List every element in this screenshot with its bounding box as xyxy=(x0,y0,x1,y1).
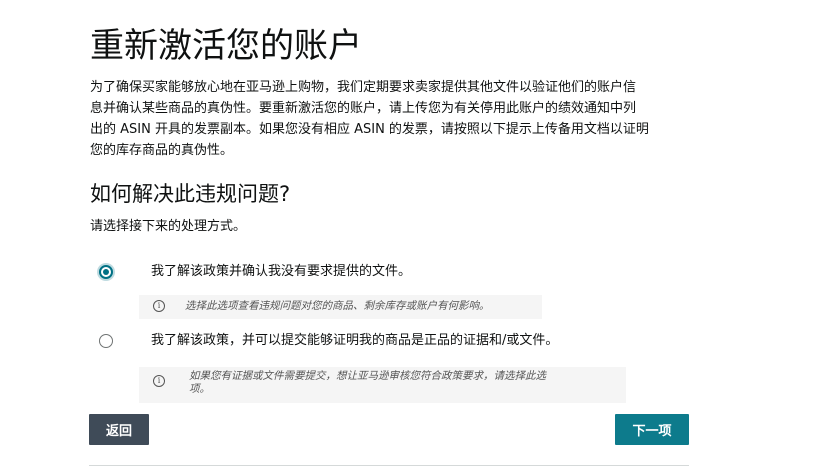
divider xyxy=(89,465,689,466)
hint-line: 项。 xyxy=(189,383,210,395)
selection-prompt: 请选择接下来的处理方式。 xyxy=(90,219,247,234)
option-no-documents[interactable]: 我了解该政策并确认我没有要求提供的文件。 xyxy=(99,264,411,279)
option-label[interactable]: 我了解该政策并确认我没有要求提供的文件。 xyxy=(151,262,411,282)
option-submit-evidence[interactable]: 我了解该政策，并可以提交能够证明我的商品是正品的证据和/或文件。 xyxy=(99,333,558,348)
option-label[interactable]: 我了解该政策，并可以提交能够证明我的商品是正品的证据和/或文件。 xyxy=(151,331,558,351)
radio-button-checked[interactable] xyxy=(99,265,113,279)
intro-text: 为了确保买家能够放心地在亚马逊上购物，我们定期要求卖家提供其他文件以验证他们的账… xyxy=(90,77,694,161)
option-hint: i 选择此选项查看违规问题对您的商品、剩余库存或账户有何影响。 xyxy=(139,295,542,319)
hint-line: 如果您有证据或文件需要提交，想让亚马逊审核您符合政策要求，请选择此选 xyxy=(189,370,546,382)
intro-line: 为了确保买家能够放心地在亚马逊上购物，我们定期要求卖家提供其他文件以验证他们的账… xyxy=(90,80,637,95)
info-icon: i xyxy=(153,300,165,312)
option-hint: i 如果您有证据或文件需要提交，想让亚马逊审核您符合政策要求，请选择此选 项。 xyxy=(139,367,626,403)
hint-text: 选择此选项查看违规问题对您的商品、剩余库存或账户有何影响。 xyxy=(185,300,490,312)
page-title: 重新激活您的账户 xyxy=(90,26,362,66)
intro-line: 息并确认某些商品的真伪性。要重新激活您的账户，请上传您为有关停用此账户的绩效通知… xyxy=(90,101,637,116)
hint-text: 如果您有证据或文件需要提交，想让亚马逊审核您符合政策要求，请选择此选 项。 xyxy=(189,370,546,396)
next-button[interactable]: 下一项 xyxy=(615,414,689,445)
intro-line: 您的库存商品的真伪性。 xyxy=(90,143,234,158)
intro-line: 出的 ASIN 开具的发票副本。如果您没有相应 ASIN 的发票，请按照以下提示… xyxy=(90,122,649,137)
back-button[interactable]: 返回 xyxy=(89,414,149,445)
section-heading: 如何解决此违规问题? xyxy=(90,182,291,206)
radio-button[interactable] xyxy=(99,334,113,348)
info-icon: i xyxy=(153,375,165,387)
reactivation-page: 重新激活您的账户 为了确保买家能够放心地在亚马逊上购物，我们定期要求卖家提供其他… xyxy=(0,0,826,469)
